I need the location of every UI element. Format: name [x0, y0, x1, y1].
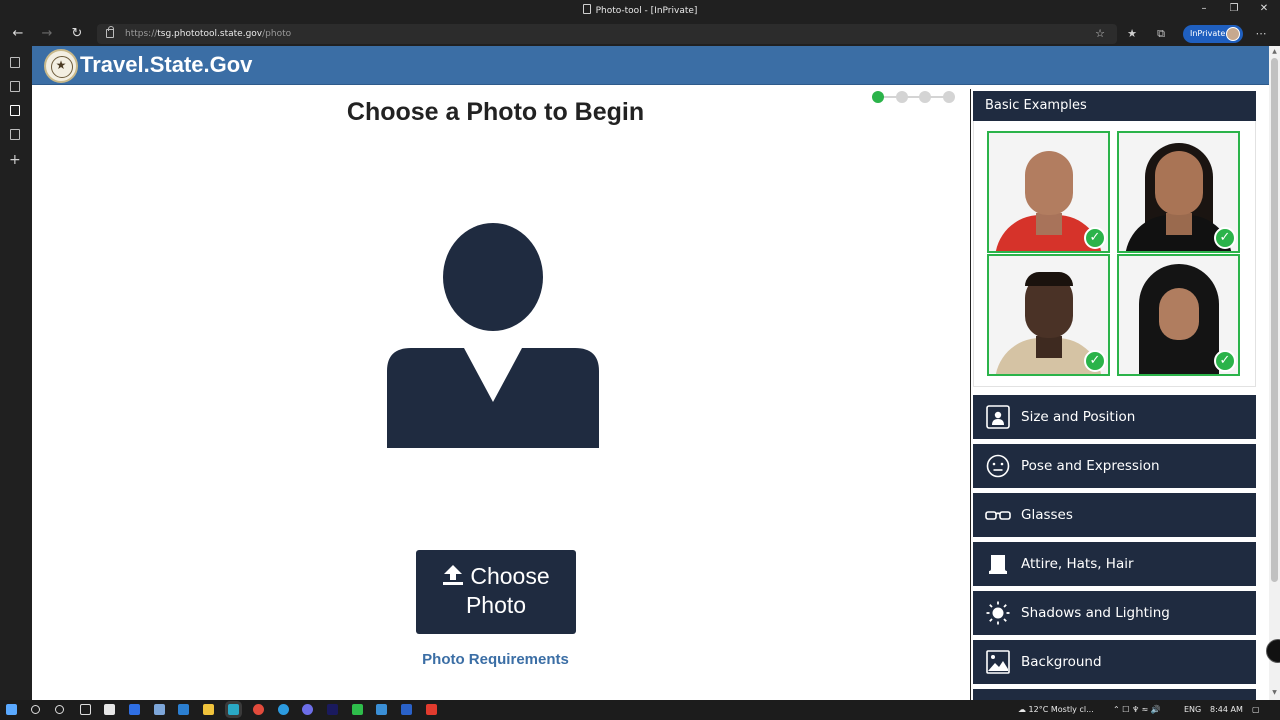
page-icon	[582, 4, 591, 14]
upload-icon	[443, 565, 464, 585]
scroll-up-arrow-icon[interactable]: ▲	[1271, 48, 1278, 55]
mail-icon[interactable]	[178, 704, 189, 715]
app-icon[interactable]	[426, 704, 437, 715]
telegram-icon[interactable]	[278, 704, 289, 715]
scroll-down-arrow-icon[interactable]: ▼	[1271, 689, 1278, 696]
address-bar[interactable]: https://tsg.phototool.state.gov/photo ☆	[97, 24, 1117, 44]
site-header: Travel.State.Gov	[32, 46, 1269, 85]
notifications-icon[interactable]: ▢	[1252, 705, 1260, 714]
language-indicator[interactable]: ENG	[1184, 705, 1201, 714]
tab-icon[interactable]	[10, 129, 20, 140]
more-menu-icon[interactable]: ⋯	[1253, 26, 1269, 42]
refresh-icon[interactable]: ↻	[69, 26, 85, 42]
glasses-item[interactable]: Glasses	[973, 493, 1256, 537]
basic-examples-grid: ✓ ✓ ✓ ✓	[973, 121, 1256, 387]
sun-icon	[986, 601, 1010, 625]
forward-arrow-icon[interactable]: →	[39, 26, 55, 42]
inprivate-badge[interactable]: InPrivate	[1183, 25, 1243, 43]
favorites-icon[interactable]: ★	[1124, 26, 1140, 42]
attire-hats-hair-item[interactable]: Attire, Hats, Hair	[973, 542, 1256, 586]
example-photo[interactable]: ✓	[1117, 131, 1240, 253]
background-item[interactable]: Background	[973, 640, 1256, 684]
browser-toolbar: ← → ↻ https://tsg.phototool.state.gov/ph…	[0, 22, 1280, 46]
photo-requirements-link[interactable]: Photo Requirements	[32, 651, 959, 668]
audition-icon[interactable]	[327, 704, 338, 715]
state-department-seal-icon[interactable]	[44, 49, 78, 83]
start-windows-icon[interactable]	[6, 704, 17, 715]
minimize-button[interactable]: –	[1194, 3, 1214, 14]
store-icon[interactable]	[104, 704, 115, 715]
guidance-panel: Basic Examples ✓ ✓ ✓ ✓ Size and Position…	[970, 89, 1258, 700]
scrollbar-thumb[interactable]	[1271, 58, 1278, 582]
approved-check-icon: ✓	[1214, 350, 1236, 372]
hat-icon	[989, 555, 1007, 574]
app-icon[interactable]	[352, 704, 363, 715]
clock[interactable]: 8:44 AM	[1210, 705, 1243, 714]
app-icon[interactable]	[376, 704, 387, 715]
collections-icon[interactable]: ⧉	[1153, 26, 1169, 42]
weather-widget[interactable]: ☁ 12°C Mostly cl...	[1018, 705, 1094, 714]
edge-browser-icon[interactable]	[228, 704, 239, 715]
tab-actions-icon[interactable]	[10, 57, 20, 68]
vertical-tabs-rail: +	[0, 46, 32, 700]
person-silhouette-icon	[387, 223, 599, 448]
lock-icon[interactable]	[106, 26, 114, 38]
new-tab-plus-icon[interactable]: +	[9, 152, 21, 168]
windows-taskbar: ☁ 12°C Mostly cl... ⌃ ☐ ♆ ≈ 🔊 ENG 8:44 A…	[0, 700, 1280, 720]
cortana-icon[interactable]	[55, 705, 64, 714]
image-icon	[986, 650, 1010, 674]
page-title: Choose a Photo to Begin	[346, 98, 645, 126]
app-icon[interactable]	[401, 704, 412, 715]
window-title-area: Photo-tool - [InPrivate]	[0, 4, 1280, 16]
page-content: Travel.State.Gov Choose a Photo to Begin…	[32, 46, 1269, 700]
example-photo[interactable]: ✓	[987, 254, 1110, 376]
window-title: Photo-tool - [InPrivate]	[595, 6, 698, 16]
site-brand[interactable]: Travel.State.Gov	[80, 52, 252, 78]
pose-and-expression-item[interactable]: Pose and Expression	[973, 444, 1256, 488]
discord-icon[interactable]	[302, 704, 313, 715]
file-explorer-icon[interactable]	[203, 704, 214, 715]
app-icon[interactable]	[154, 704, 165, 715]
maximize-button[interactable]: ❐	[1224, 3, 1244, 14]
shadows-and-lighting-item[interactable]: Shadows and Lighting	[973, 591, 1256, 635]
example-photo[interactable]: ✓	[987, 131, 1110, 253]
search-icon[interactable]	[31, 705, 40, 714]
approved-check-icon: ✓	[1084, 227, 1106, 249]
back-arrow-icon[interactable]: ←	[10, 26, 26, 42]
portrait-frame-icon	[986, 405, 1010, 429]
active-tab-icon[interactable]	[10, 105, 20, 116]
tab-icon[interactable]	[10, 81, 20, 92]
approved-check-icon: ✓	[1084, 350, 1106, 372]
example-photo[interactable]: ✓	[1117, 254, 1240, 376]
size-and-position-item[interactable]: Size and Position	[973, 395, 1256, 439]
chrome-icon[interactable]	[253, 704, 264, 715]
glasses-icon	[985, 511, 1011, 520]
basic-examples-header[interactable]: Basic Examples	[973, 91, 1256, 121]
close-button[interactable]: ✕	[1254, 3, 1274, 14]
task-view-icon[interactable]	[80, 704, 91, 715]
tray-icons[interactable]: ⌃ ☐ ♆ ≈ 🔊	[1113, 705, 1161, 714]
url-text[interactable]: https://tsg.phototool.state.gov/photo	[125, 29, 291, 39]
neutral-face-icon	[986, 454, 1010, 478]
choose-photo-button[interactable]: Choose Photo	[416, 550, 576, 634]
next-category-item[interactable]	[973, 689, 1256, 700]
window-titlebar: Photo-tool - [InPrivate] – ❐ ✕	[0, 0, 1280, 22]
favorite-star-icon[interactable]: ☆	[1092, 26, 1108, 42]
page-scrollbar[interactable]: ▲ ▼	[1269, 46, 1280, 700]
avatar	[1226, 27, 1240, 41]
approved-check-icon: ✓	[1214, 227, 1236, 249]
app-icon[interactable]	[129, 704, 140, 715]
